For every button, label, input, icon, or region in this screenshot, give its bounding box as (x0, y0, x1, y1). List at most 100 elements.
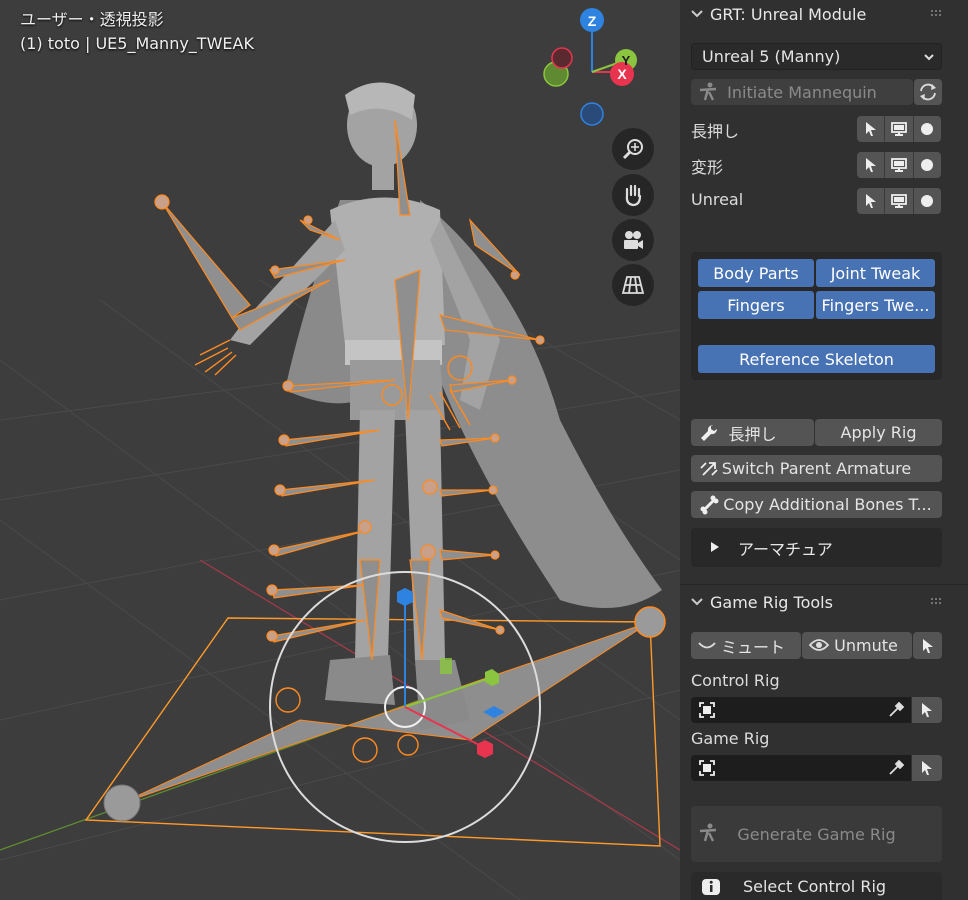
initiate-mannequin-button[interactable]: Initiate Mannequin (691, 79, 913, 105)
circle-icon (921, 123, 934, 135)
select-toggle[interactable] (857, 116, 885, 142)
control-rig-select-button[interactable] (912, 697, 942, 723)
object-icon (699, 760, 715, 776)
unreal-visibility-toggles[interactable] (857, 188, 941, 214)
object-icon (699, 702, 715, 718)
hold-label: 長押し (728, 424, 777, 444)
grt-panel-header[interactable]: GRT: Unreal Module (690, 0, 866, 28)
gizmo-x-handle[interactable] (477, 740, 493, 758)
select-control-rig-button[interactable]: Select Control Rig (691, 872, 942, 900)
eye-closed-icon (698, 642, 716, 649)
circle-icon (921, 159, 934, 171)
refresh-button[interactable] (914, 79, 942, 105)
cursor-icon (922, 703, 932, 717)
switch-parent-label: Switch Parent Armature (721, 459, 912, 478)
viewport-view-title: ユーザー・透視投影 (20, 10, 164, 29)
mannequin-select[interactable]: Unreal 5 (Manny) (691, 43, 942, 70)
generate-game-rig-label: Generate Game Rig (737, 824, 896, 844)
copy-additional-bones-button[interactable]: Copy Additional Bones T... (691, 491, 942, 518)
mute-button[interactable]: ミュート (691, 632, 801, 659)
mannequin-icon (699, 823, 717, 842)
perspective-toggle-button[interactable] (612, 264, 654, 306)
render-toggle[interactable] (912, 116, 941, 142)
initiate-mannequin-label: Initiate Mannequin (727, 82, 877, 102)
unmute-button[interactable]: Unmute (802, 632, 912, 659)
apply-rig-label: Apply Rig (840, 423, 917, 442)
viewport-toggle[interactable] (884, 152, 913, 178)
panel-divider (680, 584, 968, 585)
armature-subpanel-label: アーマチュア (738, 540, 833, 559)
cursor-icon (865, 194, 876, 208)
unmute-label: Unmute (834, 636, 898, 655)
render-toggle[interactable] (912, 188, 941, 214)
fingers-tweak-label: Fingers Twe... (821, 295, 930, 315)
pan-button[interactable] (612, 174, 654, 216)
switch-parent-armature-button[interactable]: Switch Parent Armature (691, 455, 942, 482)
control-rig-label: Control Rig (691, 671, 780, 690)
grt-panel-title: GRT: Unreal Module (710, 4, 867, 24)
camera-view-button[interactable] (612, 219, 654, 261)
3d-viewport[interactable]: Z Y X ユーザー・透視投影 (1) toto | UE5_Manny_TWE… (0, 0, 680, 900)
hold-visibility-toggles[interactable] (857, 116, 941, 142)
refresh-icon (920, 83, 936, 101)
grid-icon (621, 276, 645, 294)
render-toggle[interactable] (912, 152, 941, 178)
chevron-down-icon (924, 54, 934, 61)
row-label-deform: 変形 (691, 158, 724, 177)
viewport-toggle[interactable] (884, 188, 913, 214)
joint-tweak-button[interactable]: Joint Tweak (816, 259, 935, 287)
cursor-icon (865, 122, 876, 136)
chevron-right-icon (711, 542, 719, 552)
monitor-icon (891, 158, 907, 172)
cursor-icon (922, 761, 932, 775)
mute-label: ミュート (720, 637, 785, 657)
game-rig-panel-title: Game Rig Tools (710, 592, 833, 612)
cursor-icon (865, 158, 876, 172)
eye-icon (808, 639, 830, 651)
hold-button[interactable]: 長押し (691, 419, 814, 446)
gizmo-z-handle[interactable] (397, 588, 413, 606)
gizmo-plane-handle[interactable] (440, 658, 452, 674)
fingers-label: Fingers (727, 295, 785, 315)
generate-game-rig-button[interactable]: Generate Game Rig (691, 806, 942, 862)
game-rig-select-button[interactable] (912, 755, 942, 781)
select-rig-toggle[interactable] (913, 632, 942, 659)
chevron-down-icon (690, 9, 704, 19)
viewport-object-info: (1) toto | UE5_Manny_TWEAK (20, 34, 254, 53)
eyedropper-icon[interactable] (887, 759, 905, 777)
drag-grip-icon[interactable] (930, 9, 944, 17)
body-parts-label: Body Parts (713, 263, 799, 283)
reference-skeleton-button[interactable]: Reference Skeleton (698, 345, 935, 373)
mannequin-select-value: Unreal 5 (Manny) (702, 47, 841, 66)
scene-canvas[interactable]: Z Y X (0, 0, 680, 900)
select-toggle[interactable] (857, 152, 885, 178)
root-bone-tail[interactable] (103, 784, 141, 822)
control-rig-field[interactable] (691, 697, 911, 723)
apply-rig-button[interactable]: Apply Rig (815, 419, 942, 446)
drag-grip-icon[interactable] (930, 597, 944, 605)
cursor-icon (922, 638, 933, 653)
gizmo-z-label: Z (588, 13, 597, 29)
monitor-icon (891, 194, 907, 208)
deform-visibility-toggles[interactable] (857, 152, 941, 178)
camera-icon (624, 231, 643, 249)
zoom-button[interactable] (612, 128, 654, 170)
joint-tweak-label: Joint Tweak (830, 263, 921, 283)
root-bone-head[interactable] (634, 606, 666, 638)
monitor-icon (891, 122, 907, 136)
fingers-button[interactable]: Fingers (698, 291, 814, 319)
copy-bones-label: Copy Additional Bones T... (723, 495, 932, 514)
eyedropper-icon[interactable] (887, 701, 905, 719)
hand-icon (625, 184, 642, 207)
game-rig-panel-header[interactable]: Game Rig Tools (690, 588, 833, 616)
body-parts-button[interactable]: Body Parts (698, 259, 814, 287)
select-toggle[interactable] (857, 188, 885, 214)
viewport-toggle[interactable] (884, 116, 913, 142)
select-control-rig-label: Select Control Rig (742, 876, 887, 896)
fingers-tweak-button[interactable]: Fingers Twe... (816, 291, 935, 319)
switch-arrows-icon (700, 462, 718, 476)
game-rig-label: Game Rig (691, 729, 770, 748)
game-rig-field[interactable] (691, 755, 911, 781)
gizmo-x-label: X (617, 66, 627, 82)
chevron-down-icon (690, 597, 704, 607)
